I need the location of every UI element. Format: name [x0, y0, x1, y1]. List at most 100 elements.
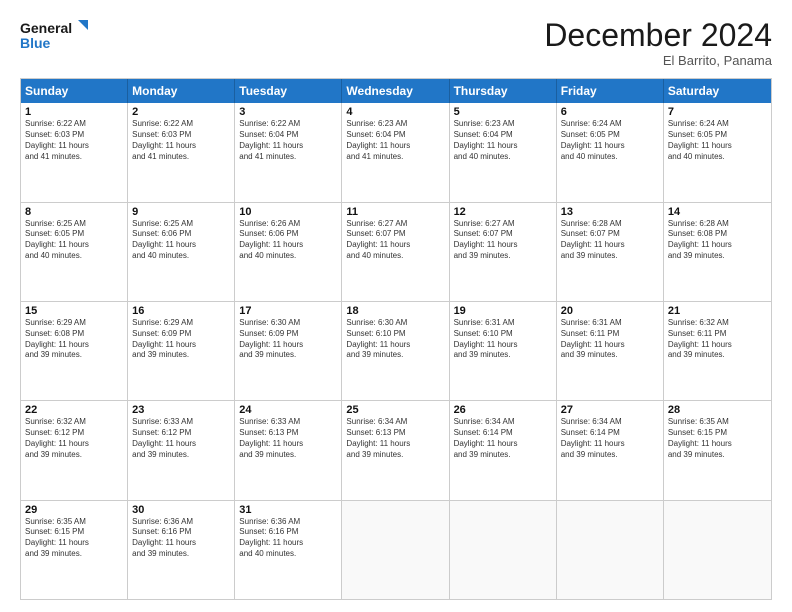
day-number: 29 — [25, 504, 123, 516]
calendar-header: SundayMondayTuesdayWednesdayThursdayFrid… — [21, 79, 771, 103]
day-cell-28: 28Sunrise: 6:35 AM Sunset: 6:15 PM Dayli… — [664, 401, 771, 499]
day-cell-2: 2Sunrise: 6:22 AM Sunset: 6:03 PM Daylig… — [128, 103, 235, 201]
day-info: Sunrise: 6:36 AM Sunset: 6:16 PM Dayligh… — [239, 517, 337, 560]
day-number: 27 — [561, 404, 659, 416]
day-info: Sunrise: 6:34 AM Sunset: 6:14 PM Dayligh… — [561, 417, 659, 460]
day-cell-11: 11Sunrise: 6:27 AM Sunset: 6:07 PM Dayli… — [342, 203, 449, 301]
day-info: Sunrise: 6:36 AM Sunset: 6:16 PM Dayligh… — [132, 517, 230, 560]
empty-cell — [557, 501, 664, 599]
day-info: Sunrise: 6:25 AM Sunset: 6:05 PM Dayligh… — [25, 219, 123, 262]
day-number: 16 — [132, 305, 230, 317]
day-cell-1: 1Sunrise: 6:22 AM Sunset: 6:03 PM Daylig… — [21, 103, 128, 201]
day-number: 30 — [132, 504, 230, 516]
day-number: 22 — [25, 404, 123, 416]
day-info: Sunrise: 6:33 AM Sunset: 6:13 PM Dayligh… — [239, 417, 337, 460]
calendar-body: 1Sunrise: 6:22 AM Sunset: 6:03 PM Daylig… — [21, 103, 771, 599]
day-number: 9 — [132, 206, 230, 218]
day-number: 26 — [454, 404, 552, 416]
header-day-wednesday: Wednesday — [342, 79, 449, 103]
day-number: 15 — [25, 305, 123, 317]
day-number: 10 — [239, 206, 337, 218]
day-number: 14 — [668, 206, 767, 218]
day-number: 19 — [454, 305, 552, 317]
day-info: Sunrise: 6:23 AM Sunset: 6:04 PM Dayligh… — [454, 119, 552, 162]
day-number: 1 — [25, 106, 123, 118]
empty-cell — [450, 501, 557, 599]
day-number: 21 — [668, 305, 767, 317]
header-day-thursday: Thursday — [450, 79, 557, 103]
day-number: 12 — [454, 206, 552, 218]
day-number: 20 — [561, 305, 659, 317]
logo-svg: General Blue — [20, 18, 90, 54]
day-info: Sunrise: 6:32 AM Sunset: 6:11 PM Dayligh… — [668, 318, 767, 361]
day-number: 4 — [346, 106, 444, 118]
day-info: Sunrise: 6:29 AM Sunset: 6:08 PM Dayligh… — [25, 318, 123, 361]
day-number: 2 — [132, 106, 230, 118]
day-info: Sunrise: 6:34 AM Sunset: 6:14 PM Dayligh… — [454, 417, 552, 460]
day-info: Sunrise: 6:33 AM Sunset: 6:12 PM Dayligh… — [132, 417, 230, 460]
day-cell-31: 31Sunrise: 6:36 AM Sunset: 6:16 PM Dayli… — [235, 501, 342, 599]
header-day-monday: Monday — [128, 79, 235, 103]
calendar: SundayMondayTuesdayWednesdayThursdayFrid… — [20, 78, 772, 600]
empty-cell — [664, 501, 771, 599]
day-info: Sunrise: 6:29 AM Sunset: 6:09 PM Dayligh… — [132, 318, 230, 361]
day-cell-27: 27Sunrise: 6:34 AM Sunset: 6:14 PM Dayli… — [557, 401, 664, 499]
day-cell-30: 30Sunrise: 6:36 AM Sunset: 6:16 PM Dayli… — [128, 501, 235, 599]
day-cell-3: 3Sunrise: 6:22 AM Sunset: 6:04 PM Daylig… — [235, 103, 342, 201]
day-number: 31 — [239, 504, 337, 516]
day-number: 7 — [668, 106, 767, 118]
day-info: Sunrise: 6:24 AM Sunset: 6:05 PM Dayligh… — [561, 119, 659, 162]
day-cell-25: 25Sunrise: 6:34 AM Sunset: 6:13 PM Dayli… — [342, 401, 449, 499]
header: General Blue December 2024 El Barrito, P… — [20, 18, 772, 68]
empty-cell — [342, 501, 449, 599]
page: General Blue December 2024 El Barrito, P… — [0, 0, 792, 612]
day-cell-24: 24Sunrise: 6:33 AM Sunset: 6:13 PM Dayli… — [235, 401, 342, 499]
month-title: December 2024 — [544, 18, 772, 53]
day-cell-17: 17Sunrise: 6:30 AM Sunset: 6:09 PM Dayli… — [235, 302, 342, 400]
day-number: 11 — [346, 206, 444, 218]
day-number: 8 — [25, 206, 123, 218]
calendar-row-1: 1Sunrise: 6:22 AM Sunset: 6:03 PM Daylig… — [21, 103, 771, 201]
day-number: 13 — [561, 206, 659, 218]
day-info: Sunrise: 6:35 AM Sunset: 6:15 PM Dayligh… — [668, 417, 767, 460]
day-info: Sunrise: 6:30 AM Sunset: 6:09 PM Dayligh… — [239, 318, 337, 361]
day-number: 6 — [561, 106, 659, 118]
day-number: 28 — [668, 404, 767, 416]
day-cell-4: 4Sunrise: 6:23 AM Sunset: 6:04 PM Daylig… — [342, 103, 449, 201]
day-info: Sunrise: 6:28 AM Sunset: 6:07 PM Dayligh… — [561, 219, 659, 262]
day-cell-29: 29Sunrise: 6:35 AM Sunset: 6:15 PM Dayli… — [21, 501, 128, 599]
logo: General Blue — [20, 18, 90, 54]
day-cell-10: 10Sunrise: 6:26 AM Sunset: 6:06 PM Dayli… — [235, 203, 342, 301]
calendar-row-4: 22Sunrise: 6:32 AM Sunset: 6:12 PM Dayli… — [21, 400, 771, 499]
calendar-row-2: 8Sunrise: 6:25 AM Sunset: 6:05 PM Daylig… — [21, 202, 771, 301]
day-cell-7: 7Sunrise: 6:24 AM Sunset: 6:05 PM Daylig… — [664, 103, 771, 201]
day-cell-5: 5Sunrise: 6:23 AM Sunset: 6:04 PM Daylig… — [450, 103, 557, 201]
day-info: Sunrise: 6:22 AM Sunset: 6:03 PM Dayligh… — [25, 119, 123, 162]
day-info: Sunrise: 6:27 AM Sunset: 6:07 PM Dayligh… — [346, 219, 444, 262]
day-cell-18: 18Sunrise: 6:30 AM Sunset: 6:10 PM Dayli… — [342, 302, 449, 400]
day-number: 17 — [239, 305, 337, 317]
day-cell-16: 16Sunrise: 6:29 AM Sunset: 6:09 PM Dayli… — [128, 302, 235, 400]
day-info: Sunrise: 6:27 AM Sunset: 6:07 PM Dayligh… — [454, 219, 552, 262]
day-info: Sunrise: 6:34 AM Sunset: 6:13 PM Dayligh… — [346, 417, 444, 460]
day-cell-19: 19Sunrise: 6:31 AM Sunset: 6:10 PM Dayli… — [450, 302, 557, 400]
header-day-sunday: Sunday — [21, 79, 128, 103]
day-info: Sunrise: 6:22 AM Sunset: 6:04 PM Dayligh… — [239, 119, 337, 162]
day-info: Sunrise: 6:24 AM Sunset: 6:05 PM Dayligh… — [668, 119, 767, 162]
day-cell-13: 13Sunrise: 6:28 AM Sunset: 6:07 PM Dayli… — [557, 203, 664, 301]
day-info: Sunrise: 6:31 AM Sunset: 6:11 PM Dayligh… — [561, 318, 659, 361]
day-info: Sunrise: 6:32 AM Sunset: 6:12 PM Dayligh… — [25, 417, 123, 460]
day-number: 23 — [132, 404, 230, 416]
day-info: Sunrise: 6:23 AM Sunset: 6:04 PM Dayligh… — [346, 119, 444, 162]
day-cell-20: 20Sunrise: 6:31 AM Sunset: 6:11 PM Dayli… — [557, 302, 664, 400]
day-cell-12: 12Sunrise: 6:27 AM Sunset: 6:07 PM Dayli… — [450, 203, 557, 301]
location-subtitle: El Barrito, Panama — [544, 53, 772, 68]
day-number: 18 — [346, 305, 444, 317]
calendar-row-5: 29Sunrise: 6:35 AM Sunset: 6:15 PM Dayli… — [21, 500, 771, 599]
day-info: Sunrise: 6:31 AM Sunset: 6:10 PM Dayligh… — [454, 318, 552, 361]
header-day-saturday: Saturday — [664, 79, 771, 103]
calendar-row-3: 15Sunrise: 6:29 AM Sunset: 6:08 PM Dayli… — [21, 301, 771, 400]
header-day-friday: Friday — [557, 79, 664, 103]
day-cell-23: 23Sunrise: 6:33 AM Sunset: 6:12 PM Dayli… — [128, 401, 235, 499]
title-block: December 2024 El Barrito, Panama — [544, 18, 772, 68]
